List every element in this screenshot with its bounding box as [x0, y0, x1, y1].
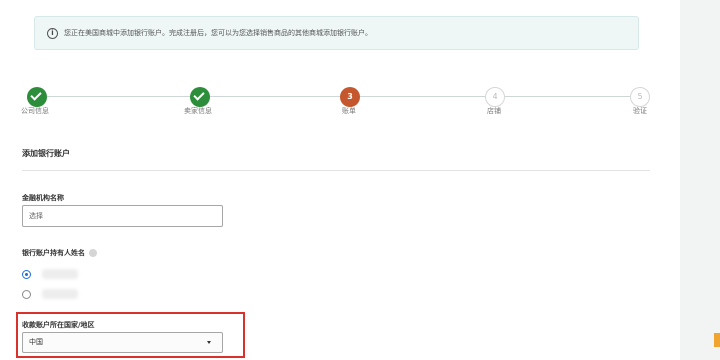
holder-option-1-name-redacted [42, 269, 78, 279]
step-3-label: 账单 [342, 107, 356, 115]
step-5-number: 5 [637, 92, 643, 101]
step-5-pending: 5 [630, 87, 650, 107]
caret-down-icon [207, 341, 211, 344]
info-banner-text: 您正在美国商城中添加银行账户。完成注册后，您可以为您选择销售商品的其他商城添加银… [64, 29, 372, 37]
info-icon: i [47, 27, 58, 39]
section-divider [22, 170, 650, 171]
holder-option-2-name-redacted [42, 289, 78, 299]
holder-option-1-radio[interactable] [22, 270, 31, 279]
step-1-label: 公司信息 [21, 107, 49, 115]
step-4-pending: 4 [485, 87, 505, 107]
registration-stepper: 公司信息 卖家信息 3 账单 4 店铺 5 验证 [0, 80, 680, 120]
right-side-panel [680, 0, 720, 360]
step-3-number: 3 [347, 92, 353, 101]
country-select[interactable]: 中国 [22, 332, 223, 353]
step-connector [47, 96, 190, 97]
institution-label: 金融机构名称 [22, 194, 64, 202]
accent-tab [714, 333, 720, 347]
step-4-label: 店铺 [487, 107, 501, 115]
help-icon[interactable] [89, 249, 97, 257]
step-4-number: 4 [492, 92, 498, 101]
step-connector [505, 96, 630, 97]
holder-name-label: 银行账户持有人姓名 [22, 248, 97, 258]
holder-name-label-text: 银行账户持有人姓名 [22, 249, 85, 257]
info-banner: i 您正在美国商城中添加银行账户。完成注册后，您可以为您选择销售商品的其他商城添… [34, 16, 639, 50]
country-select-value: 中国 [29, 338, 43, 346]
step-2-check-icon [190, 87, 210, 107]
country-label: 收款账户所在国家/地区 [22, 321, 95, 329]
step-3-current: 3 [340, 87, 360, 107]
step-connector [210, 96, 340, 97]
step-connector [360, 96, 485, 97]
step-2-label: 卖家信息 [184, 107, 212, 115]
institution-select[interactable]: 选择 [22, 205, 223, 227]
holder-option-2-radio[interactable] [22, 290, 31, 299]
section-title: 添加银行账户 [22, 149, 70, 158]
step-1-check-icon [27, 87, 47, 107]
step-5-label: 验证 [633, 107, 647, 115]
